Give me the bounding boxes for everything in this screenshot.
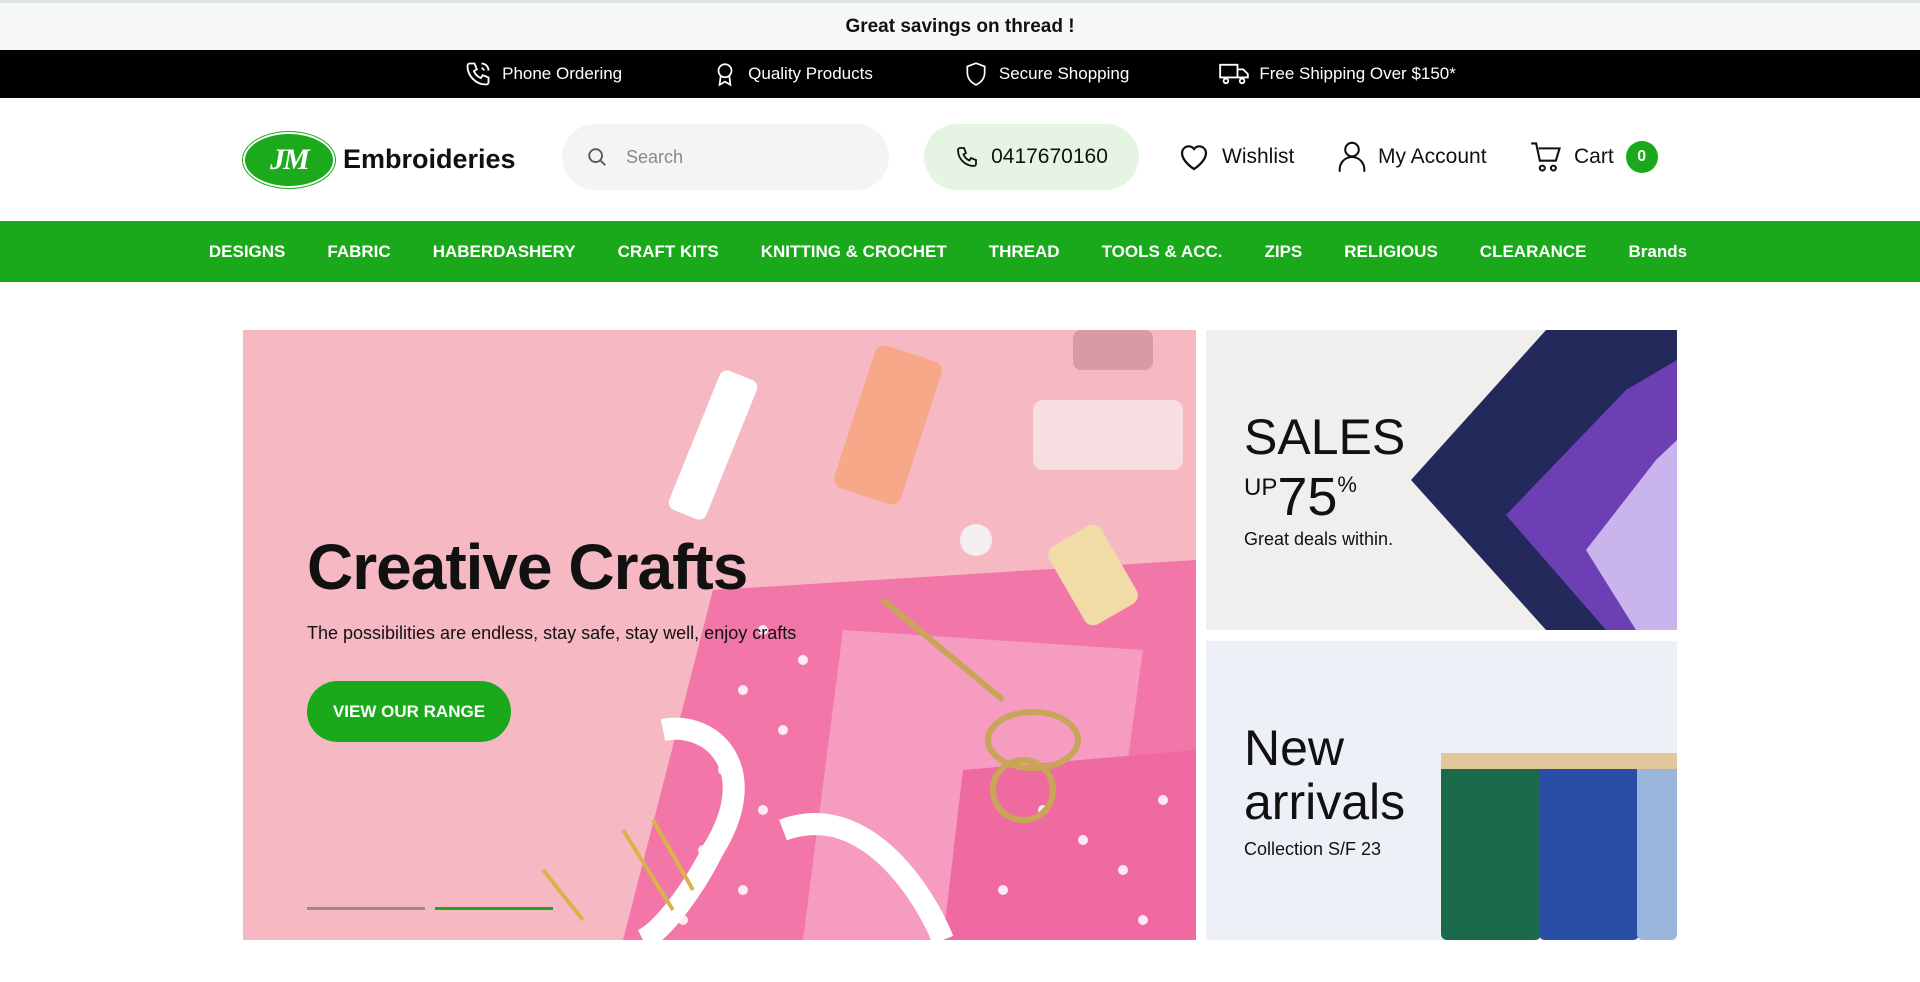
usp-free-shipping: Free Shipping Over $150*: [1219, 61, 1456, 87]
phone-number: 0417670160: [991, 145, 1108, 168]
nav-item-zips[interactable]: ZIPS: [1264, 242, 1302, 262]
logo-text: Embroideries: [343, 144, 516, 174]
cart-link[interactable]: Cart 0: [1530, 124, 1658, 190]
announcement-text: Great savings on thread !: [845, 15, 1075, 37]
phone-icon: [466, 62, 490, 86]
heart-icon: [1180, 145, 1208, 171]
sales-percent-sign: %: [1337, 472, 1357, 497]
hero-title: Creative Crafts: [307, 531, 748, 603]
main-nav: DESIGNS FABRIC HABERDASHERY CRAFT KITS K…: [0, 221, 1920, 282]
new-arrivals-subtitle: Collection S/F 23: [1244, 839, 1382, 859]
hero-section: Creative Crafts The possibilities are en…: [0, 282, 1920, 982]
search-icon[interactable]: [586, 146, 608, 168]
sales-title: SALES: [1244, 409, 1406, 465]
view-range-button[interactable]: VIEW OUR RANGE: [307, 681, 511, 742]
hero-subtitle: The possibilities are endless, stay safe…: [307, 623, 797, 643]
usp-bar: Phone Ordering Quality Products Secure S…: [0, 50, 1920, 98]
wishlist-label: Wishlist: [1222, 145, 1295, 168]
search-box[interactable]: [562, 124, 889, 190]
usp-quality-products: Quality Products: [712, 60, 873, 88]
usp-label: Quality Products: [748, 64, 873, 83]
nav-item-tools-acc[interactable]: TOOLS & ACC.: [1102, 242, 1223, 262]
nav-item-designs[interactable]: DESIGNS: [209, 242, 286, 262]
slider-dot-1[interactable]: [307, 907, 425, 910]
usp-secure-shopping: Secure Shopping: [963, 60, 1129, 88]
nav-item-fabric[interactable]: FABRIC: [327, 242, 390, 262]
cart-icon: [1531, 142, 1561, 172]
nav-item-clearance[interactable]: CLEARANCE: [1480, 242, 1587, 262]
logo-mark: JM: [243, 131, 335, 188]
sales-discount: UP 75 %: [1244, 470, 1357, 524]
cart-label: Cart: [1574, 145, 1614, 168]
promo-sales-banner[interactable]: SALES UP 75 % Great deals within.: [1206, 330, 1677, 630]
site-header: JM Embroideries 0417670160 Wishlist My A…: [0, 98, 1920, 221]
new-arrivals-line1: New: [1244, 720, 1345, 776]
new-arrivals-title: New arrivals: [1244, 721, 1405, 829]
wishlist-link[interactable]: Wishlist: [1178, 124, 1294, 190]
nav-item-haberdashery[interactable]: HABERDASHERY: [433, 242, 576, 262]
phone-button[interactable]: 0417670160: [924, 124, 1139, 190]
account-label: My Account: [1378, 145, 1487, 168]
usp-label: Secure Shopping: [998, 64, 1130, 83]
sales-up-label: UP: [1244, 474, 1278, 501]
award-icon: [717, 63, 733, 87]
site-logo[interactable]: JM Embroideries: [243, 131, 563, 188]
promo-new-arrivals-banner[interactable]: New arrivals Collection S/F 23: [1206, 641, 1677, 940]
usp-label: Phone Ordering: [502, 64, 623, 83]
usp-label: Free Shipping Over $150*: [1259, 64, 1456, 83]
announcement-bar: Great savings on thread !: [0, 0, 1920, 50]
new-arrivals-line2: arrivals: [1244, 774, 1406, 830]
slider-dots: [307, 907, 553, 910]
account-link[interactable]: My Account: [1338, 124, 1487, 190]
nav-item-brands[interactable]: Brands: [1629, 242, 1688, 262]
nav-item-thread[interactable]: THREAD: [989, 242, 1060, 262]
usp-phone-ordering: Phone Ordering: [464, 60, 622, 88]
hero-slider: Creative Crafts The possibilities are en…: [243, 330, 1196, 940]
slider-dot-2[interactable]: [435, 907, 553, 910]
nav-item-knitting-crochet[interactable]: KNITTING & CROCHET: [761, 242, 947, 262]
sales-subtitle: Great deals within.: [1244, 529, 1394, 549]
shield-icon: [966, 62, 986, 86]
sales-percent: 75: [1277, 467, 1338, 527]
cart-count-badge: 0: [1625, 141, 1658, 173]
truck-icon: [1219, 63, 1250, 85]
logo-mark-text: JM: [270, 142, 310, 176]
nav-item-craft-kits[interactable]: CRAFT KITS: [618, 242, 719, 262]
nav-item-religious[interactable]: RELIGIOUS: [1344, 242, 1438, 262]
search-input[interactable]: [626, 146, 846, 168]
user-icon: [1338, 141, 1366, 172]
phone-icon: [957, 147, 977, 167]
